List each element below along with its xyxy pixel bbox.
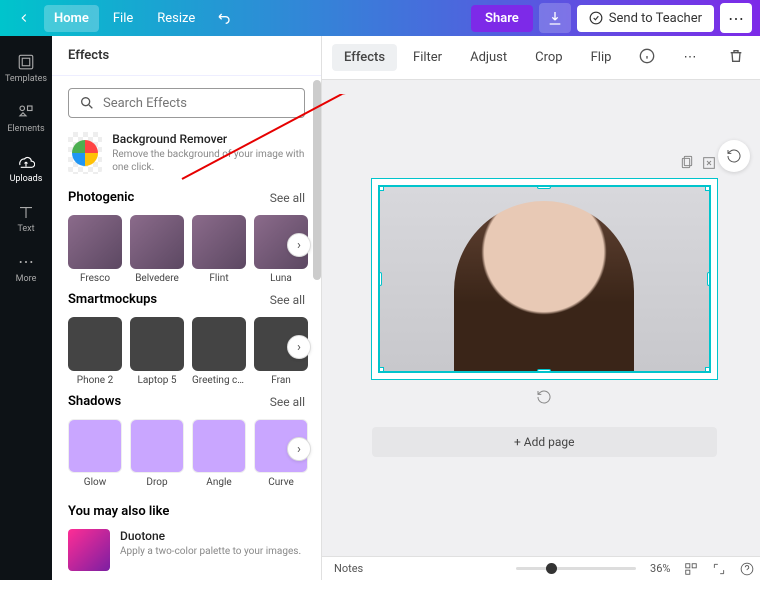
photogenic-title: Photogenic — [68, 190, 134, 205]
selected-image[interactable] — [378, 185, 711, 373]
bottom-bar: Notes 36% — [322, 556, 760, 580]
rail-text[interactable]: Text — [0, 194, 52, 242]
mockup-phone2[interactable]: Phone 2 — [68, 317, 122, 386]
design-page[interactable] — [372, 179, 717, 379]
tool-delete[interactable] — [716, 42, 756, 74]
resize-handle-bl[interactable] — [378, 367, 384, 373]
tool-crop[interactable]: Crop — [523, 44, 574, 71]
resize-handle-br[interactable] — [705, 367, 711, 373]
share-button[interactable]: Share — [471, 5, 533, 32]
add-page-button[interactable]: + Add page — [372, 427, 717, 457]
rail-elements[interactable]: Elements — [0, 94, 52, 142]
send-label: Send to Teacher — [609, 11, 702, 26]
search-box[interactable] — [68, 88, 305, 118]
zoom-slider[interactable] — [516, 567, 636, 570]
bg-remover-title: Background Remover — [112, 132, 305, 146]
background-remover[interactable]: Background Remover Remove the background… — [68, 132, 305, 174]
duotone-desc: Apply a two-color palette to your images… — [120, 545, 301, 558]
smartmockups-seeall[interactable]: See all — [270, 293, 305, 307]
smartmockups-next[interactable]: › — [287, 335, 311, 359]
tool-filter[interactable]: Filter — [401, 44, 454, 71]
resize-handle-l[interactable] — [378, 272, 382, 286]
shadows-next[interactable]: › — [287, 437, 311, 461]
resize-handle-r[interactable] — [707, 272, 711, 286]
top-bar: Home File Resize Share Send to Teacher ⋯ — [0, 0, 760, 36]
photogenic-seeall[interactable]: See all — [270, 191, 305, 205]
duotone-card[interactable]: Duotone Apply a two-color palette to you… — [68, 529, 305, 571]
photogenic-next[interactable]: › — [287, 233, 311, 257]
panel-title: Effects — [52, 36, 321, 76]
shadows-title: Shadows — [68, 394, 121, 409]
canvas-toolbar: Effects Filter Adjust Crop Flip ⋯ — [322, 36, 760, 80]
undo-button[interactable] — [209, 3, 241, 33]
mockup-greeting[interactable]: Greeting car... — [192, 317, 246, 386]
effect-belvedere[interactable]: Belvedere — [130, 215, 184, 284]
bg-remover-thumb — [68, 132, 102, 174]
send-to-teacher-button[interactable]: Send to Teacher — [577, 5, 714, 32]
effect-fresco[interactable]: Fresco — [68, 215, 122, 284]
shadow-drop[interactable]: Drop — [130, 419, 184, 488]
also-like-title: You may also like — [68, 504, 169, 519]
effect-flint[interactable]: Flint — [192, 215, 246, 284]
resize-menu[interactable]: Resize — [147, 5, 205, 32]
back-button[interactable] — [8, 3, 40, 33]
fullscreen-icon[interactable] — [712, 562, 726, 576]
resize-handle-tr[interactable] — [705, 185, 711, 191]
help-icon[interactable] — [740, 562, 754, 576]
rail-uploads[interactable]: Uploads — [0, 144, 52, 192]
tool-info[interactable] — [627, 42, 667, 74]
tool-more[interactable]: ⋯ — [671, 44, 708, 71]
more-button[interactable]: ⋯ — [720, 3, 752, 33]
page-settings-button[interactable] — [718, 140, 750, 172]
copy-page-icon[interactable] — [679, 155, 695, 171]
canvas-viewport[interactable]: + Add page — [322, 80, 760, 556]
search-input[interactable] — [103, 96, 294, 111]
canvas-area: Effects Filter Adjust Crop Flip ⋯ — [322, 36, 760, 580]
smartmockups-title: Smartmockups — [68, 292, 157, 307]
rail-more[interactable]: ⋯More — [0, 244, 52, 292]
resize-handle-tl[interactable] — [378, 185, 384, 191]
effects-panel: Effects Background Remover Remove the ba… — [52, 36, 322, 580]
rotate-icon[interactable] — [536, 389, 552, 405]
tool-adjust[interactable]: Adjust — [458, 44, 519, 71]
grid-view-icon[interactable] — [684, 562, 698, 576]
panel-scrollbar[interactable] — [313, 80, 321, 280]
resize-handle-t[interactable] — [537, 185, 551, 189]
resize-handle-b[interactable] — [537, 369, 551, 373]
expand-page-icon[interactable] — [701, 155, 717, 171]
shadow-angle[interactable]: Angle — [192, 419, 246, 488]
home-button[interactable]: Home — [44, 5, 99, 32]
shadow-glow[interactable]: Glow — [68, 419, 122, 488]
shadows-seeall[interactable]: See all — [270, 395, 305, 409]
tool-flip[interactable]: Flip — [579, 44, 624, 71]
bg-remover-desc: Remove the background of your image with… — [112, 148, 305, 174]
notes-button[interactable]: Notes — [334, 562, 363, 575]
duotone-thumb — [68, 529, 110, 571]
search-icon — [79, 95, 95, 111]
duotone-title: Duotone — [120, 529, 301, 543]
download-button[interactable] — [539, 3, 571, 33]
rail-templates[interactable]: Templates — [0, 44, 52, 92]
file-menu[interactable]: File — [103, 5, 143, 32]
tool-effects[interactable]: Effects — [332, 44, 397, 71]
left-rail: Templates Elements Uploads Text ⋯More — [0, 36, 52, 580]
mockup-laptop5[interactable]: Laptop 5 — [130, 317, 184, 386]
zoom-value: 36% — [650, 562, 670, 575]
